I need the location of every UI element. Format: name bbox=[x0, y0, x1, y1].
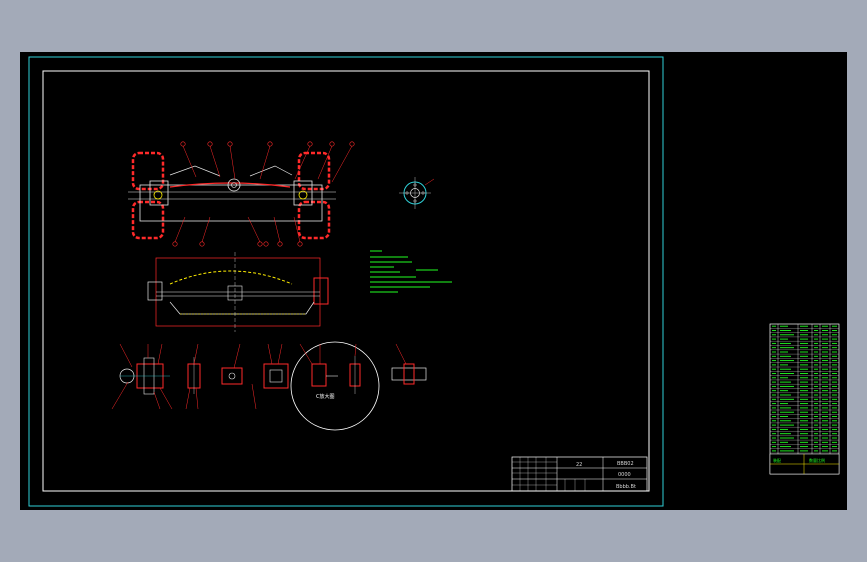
title-material: 0000 bbox=[618, 472, 631, 478]
title-part-name: Bbbb.Bt bbox=[616, 484, 636, 490]
top-view bbox=[128, 141, 355, 247]
title-drawing-no: BBB02 bbox=[617, 461, 634, 467]
detail-circle-label: C放大图 bbox=[316, 393, 335, 400]
leaf-spring-arc bbox=[169, 270, 293, 285]
detail-views-row: C放大图 bbox=[111, 341, 427, 431]
bom-footer-left: 装配 bbox=[773, 457, 781, 463]
left-front-tire bbox=[131, 151, 165, 191]
left-rear-tire bbox=[131, 200, 165, 240]
cad-viewport[interactable]: C放大图 22 BBB02 0000 Bbbb.Bt 装配 数量比例 bbox=[20, 52, 847, 510]
title-scale: 22 bbox=[576, 462, 582, 468]
cad-drawing-canvas[interactable]: C放大图 22 BBB02 0000 Bbbb.Bt 装配 数量比例 bbox=[20, 52, 847, 510]
bom-footer-right: 数量比例 bbox=[809, 457, 825, 463]
enlarged-detail-circle bbox=[290, 341, 380, 431]
front-view bbox=[147, 252, 329, 332]
bom-table: 装配 数量比例 bbox=[769, 323, 840, 475]
technical-notes bbox=[370, 250, 452, 293]
sheet-inner-border bbox=[42, 70, 650, 492]
sheet-outer-frame bbox=[28, 56, 664, 507]
right-rear-tire bbox=[297, 200, 331, 240]
flange-view bbox=[399, 177, 435, 209]
title-block: 22 BBB02 0000 Bbbb.Bt bbox=[511, 456, 648, 492]
right-front-tire bbox=[297, 151, 331, 191]
